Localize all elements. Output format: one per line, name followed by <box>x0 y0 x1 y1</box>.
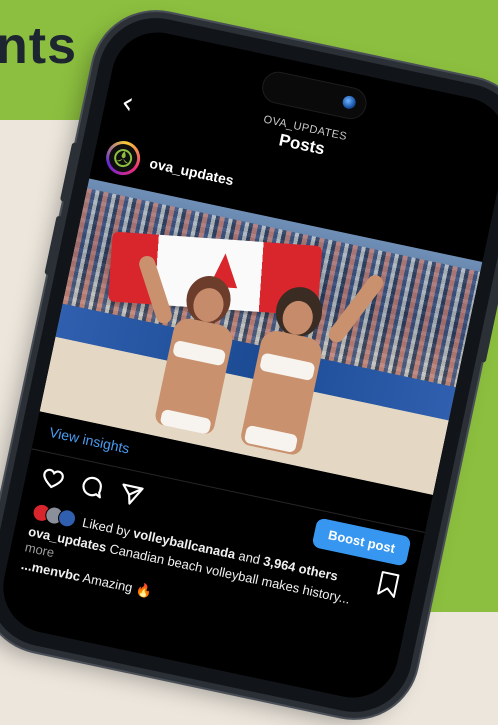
phone-screen: ‹ OVA_UPDATES Posts ova_updates ··· <box>0 23 498 707</box>
boost-post-button[interactable]: Boost post <box>311 517 412 567</box>
camera-icon <box>341 94 357 111</box>
liked-by-and: and <box>237 547 262 567</box>
liker-avatars <box>30 502 78 529</box>
comment-icon[interactable] <box>77 471 108 502</box>
phone-side-button <box>44 215 63 276</box>
avatar[interactable] <box>102 137 144 179</box>
background-headline: nts <box>0 17 77 75</box>
phone-side-button <box>59 142 79 203</box>
bookmark-icon[interactable] <box>375 570 402 600</box>
view-insights-link[interactable]: View insights <box>48 424 131 457</box>
heart-icon[interactable] <box>38 463 69 494</box>
logo-icon <box>106 141 140 175</box>
fire-emoji-icon: 🔥 <box>134 581 154 600</box>
share-icon[interactable] <box>116 480 147 511</box>
post-username[interactable]: ova_updates <box>148 155 235 188</box>
ova-logo-icon <box>114 149 133 168</box>
